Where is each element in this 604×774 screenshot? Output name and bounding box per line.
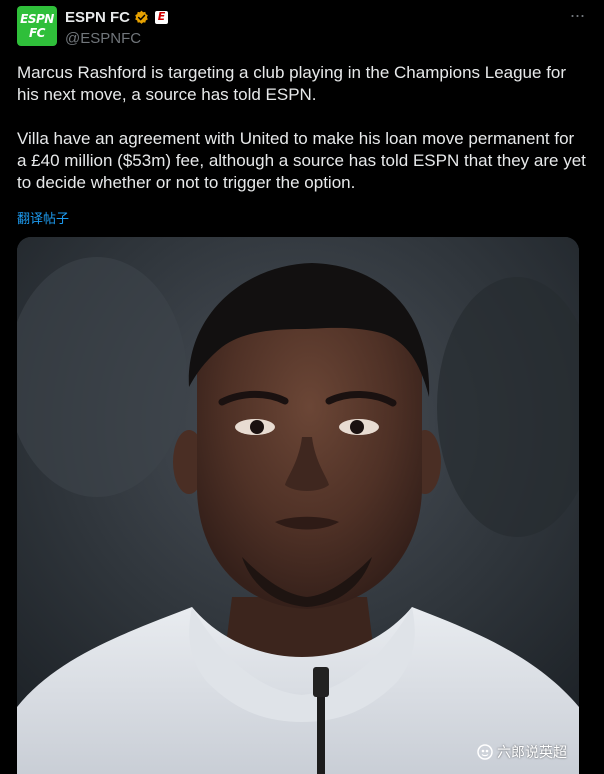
tweet-paragraph-2: Villa have an agreement with United to m… xyxy=(17,129,586,192)
watermark: 六郎说英超 xyxy=(477,742,567,762)
name-row: ESPN FC E xyxy=(65,7,169,27)
tweet-card: ESPN FC ESPN FC E @ESPNFC ··· Marcus Ras… xyxy=(0,0,604,774)
more-options-icon[interactable]: ··· xyxy=(567,6,587,28)
tweet-header: ESPN FC ESPN FC E @ESPNFC ··· xyxy=(17,6,587,48)
portrait-image xyxy=(17,237,579,774)
avatar-text-bottom: FC xyxy=(28,26,46,40)
avatar-text-top: ESPN xyxy=(20,12,54,26)
affiliate-badge-icon[interactable]: E xyxy=(155,9,169,24)
tweet-text: Marcus Rashford is targeting a club play… xyxy=(17,62,587,194)
account-handle[interactable]: @ESPNFC xyxy=(65,30,168,47)
display-name[interactable]: ESPN FC xyxy=(65,9,130,26)
affiliate-badge-letter: E xyxy=(157,9,166,23)
translate-post-link[interactable]: 翻译帖子 xyxy=(17,208,69,227)
tweet-paragraph-1: Marcus Rashford is targeting a club play… xyxy=(17,63,567,104)
platform-logo-icon xyxy=(477,744,493,760)
account-names: ESPN FC E @ESPNFC xyxy=(65,7,169,47)
watermark-text: 六郎说英超 xyxy=(497,745,567,761)
tweet-photo[interactable]: 六郎说英超 xyxy=(17,237,579,774)
avatar[interactable]: ESPN FC xyxy=(17,6,57,46)
verified-badge-icon xyxy=(135,10,148,24)
